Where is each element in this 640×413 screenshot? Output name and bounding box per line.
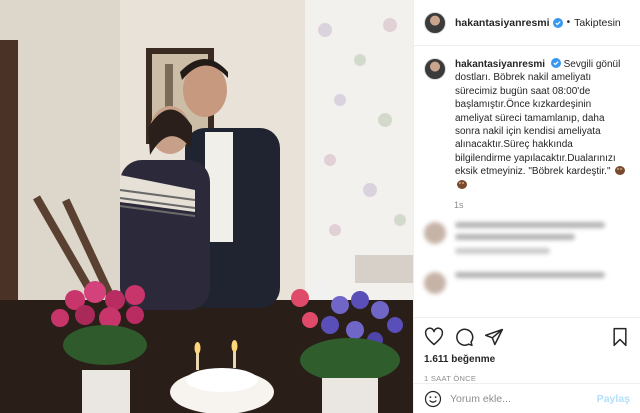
caption-avatar[interactable] [424, 58, 446, 80]
avatar[interactable] [424, 11, 446, 34]
heart-icon[interactable] [424, 327, 444, 347]
action-icons [424, 326, 630, 348]
verified-badge-icon [550, 58, 561, 68]
comments-list: hakantasiyanresmi Sevgili gönül dostları… [414, 46, 640, 317]
caption: hakantasiyanresmi Sevgili gönül dostları… [424, 58, 630, 192]
add-comment-bar: Yorum ekle... Paylaş [414, 383, 640, 413]
blurred-comment [424, 272, 630, 295]
follow-status-button[interactable]: Takiptesin [574, 17, 621, 29]
emoji-icon [457, 179, 467, 189]
caption-username-link[interactable]: hakantasiyanresmi [455, 59, 545, 70]
post-side-panel: hakantasiyanresmi • Takiptesin hakantasi… [413, 0, 640, 413]
avatar [424, 222, 446, 245]
paper-plane-icon[interactable] [484, 327, 504, 347]
caption-text: Sevgili gönül dostları. Böbrek nakil ame… [455, 59, 621, 178]
post-timestamp: 1 SAAT ÖNCE [424, 374, 477, 383]
blurred-comment [424, 222, 630, 260]
caption-timestamp: 1s [454, 200, 464, 211]
instagram-post-window: hakantasiyanresmi • Takiptesin hakantasi… [0, 0, 640, 413]
post-header: hakantasiyanresmi • Takiptesin [414, 0, 640, 46]
comment-input[interactable]: Yorum ekle... [450, 393, 597, 405]
post-photo[interactable] [0, 0, 413, 413]
avatar [424, 272, 446, 295]
caption-body: hakantasiyanresmi Sevgili gönül dostları… [455, 58, 630, 192]
username-link[interactable]: hakantasiyanresmi [455, 17, 550, 29]
share-comment-button[interactable]: Paylaş [597, 393, 630, 405]
verified-badge-icon [552, 17, 563, 28]
post-photo-illustration [0, 0, 413, 413]
emoji-icon [615, 166, 626, 176]
comment-icon[interactable] [454, 327, 474, 347]
separator-dot: • [566, 17, 571, 28]
bookmark-icon[interactable] [610, 327, 630, 347]
likes-count[interactable]: 1.611 beğenme [424, 354, 630, 365]
smile-icon[interactable] [424, 390, 442, 408]
